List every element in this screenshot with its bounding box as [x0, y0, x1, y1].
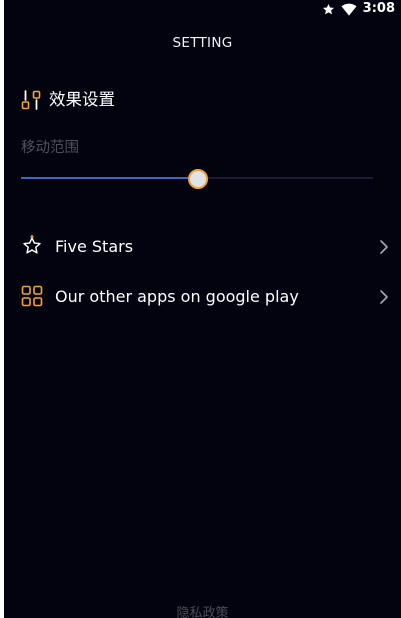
five-stars-label: Five Stars [55, 237, 134, 256]
five-stars-item[interactable]: Five Stars [4, 222, 401, 272]
other-apps-item[interactable]: Our other apps on google play [4, 272, 401, 322]
footer: 隐私政策 [4, 602, 401, 618]
privacy-policy-link[interactable]: 隐私政策 [176, 606, 228, 618]
title-bar: SETTING [4, 30, 401, 56]
other-apps-label: Our other apps on google play [55, 287, 299, 306]
wifi-icon [341, 3, 357, 16]
app-screen: 3:08 SETTING 效果设置 移动范围 Five Stars Our ot… [4, 0, 401, 618]
status-bar: 3:08 [4, 0, 401, 18]
apps-grid-icon [21, 285, 43, 307]
chevron-right-icon [379, 289, 389, 305]
slider-thumb[interactable] [188, 169, 208, 189]
effect-section-header: 效果设置 [20, 88, 115, 112]
status-icons: 3:08 [322, 0, 395, 18]
page-title: SETTING [172, 35, 233, 51]
status-time: 3:08 [362, 1, 395, 16]
slider-fill [21, 177, 197, 179]
star-outline-icon [21, 235, 43, 257]
star-icon [322, 3, 335, 16]
chevron-right-icon [379, 239, 389, 255]
movement-range-label: 移动范围 [21, 140, 79, 156]
sliders-icon [20, 89, 42, 111]
settings-menu: Five Stars Our other apps on google play [4, 222, 401, 322]
movement-range-slider[interactable] [21, 166, 373, 190]
effect-section-title: 效果设置 [49, 90, 115, 109]
